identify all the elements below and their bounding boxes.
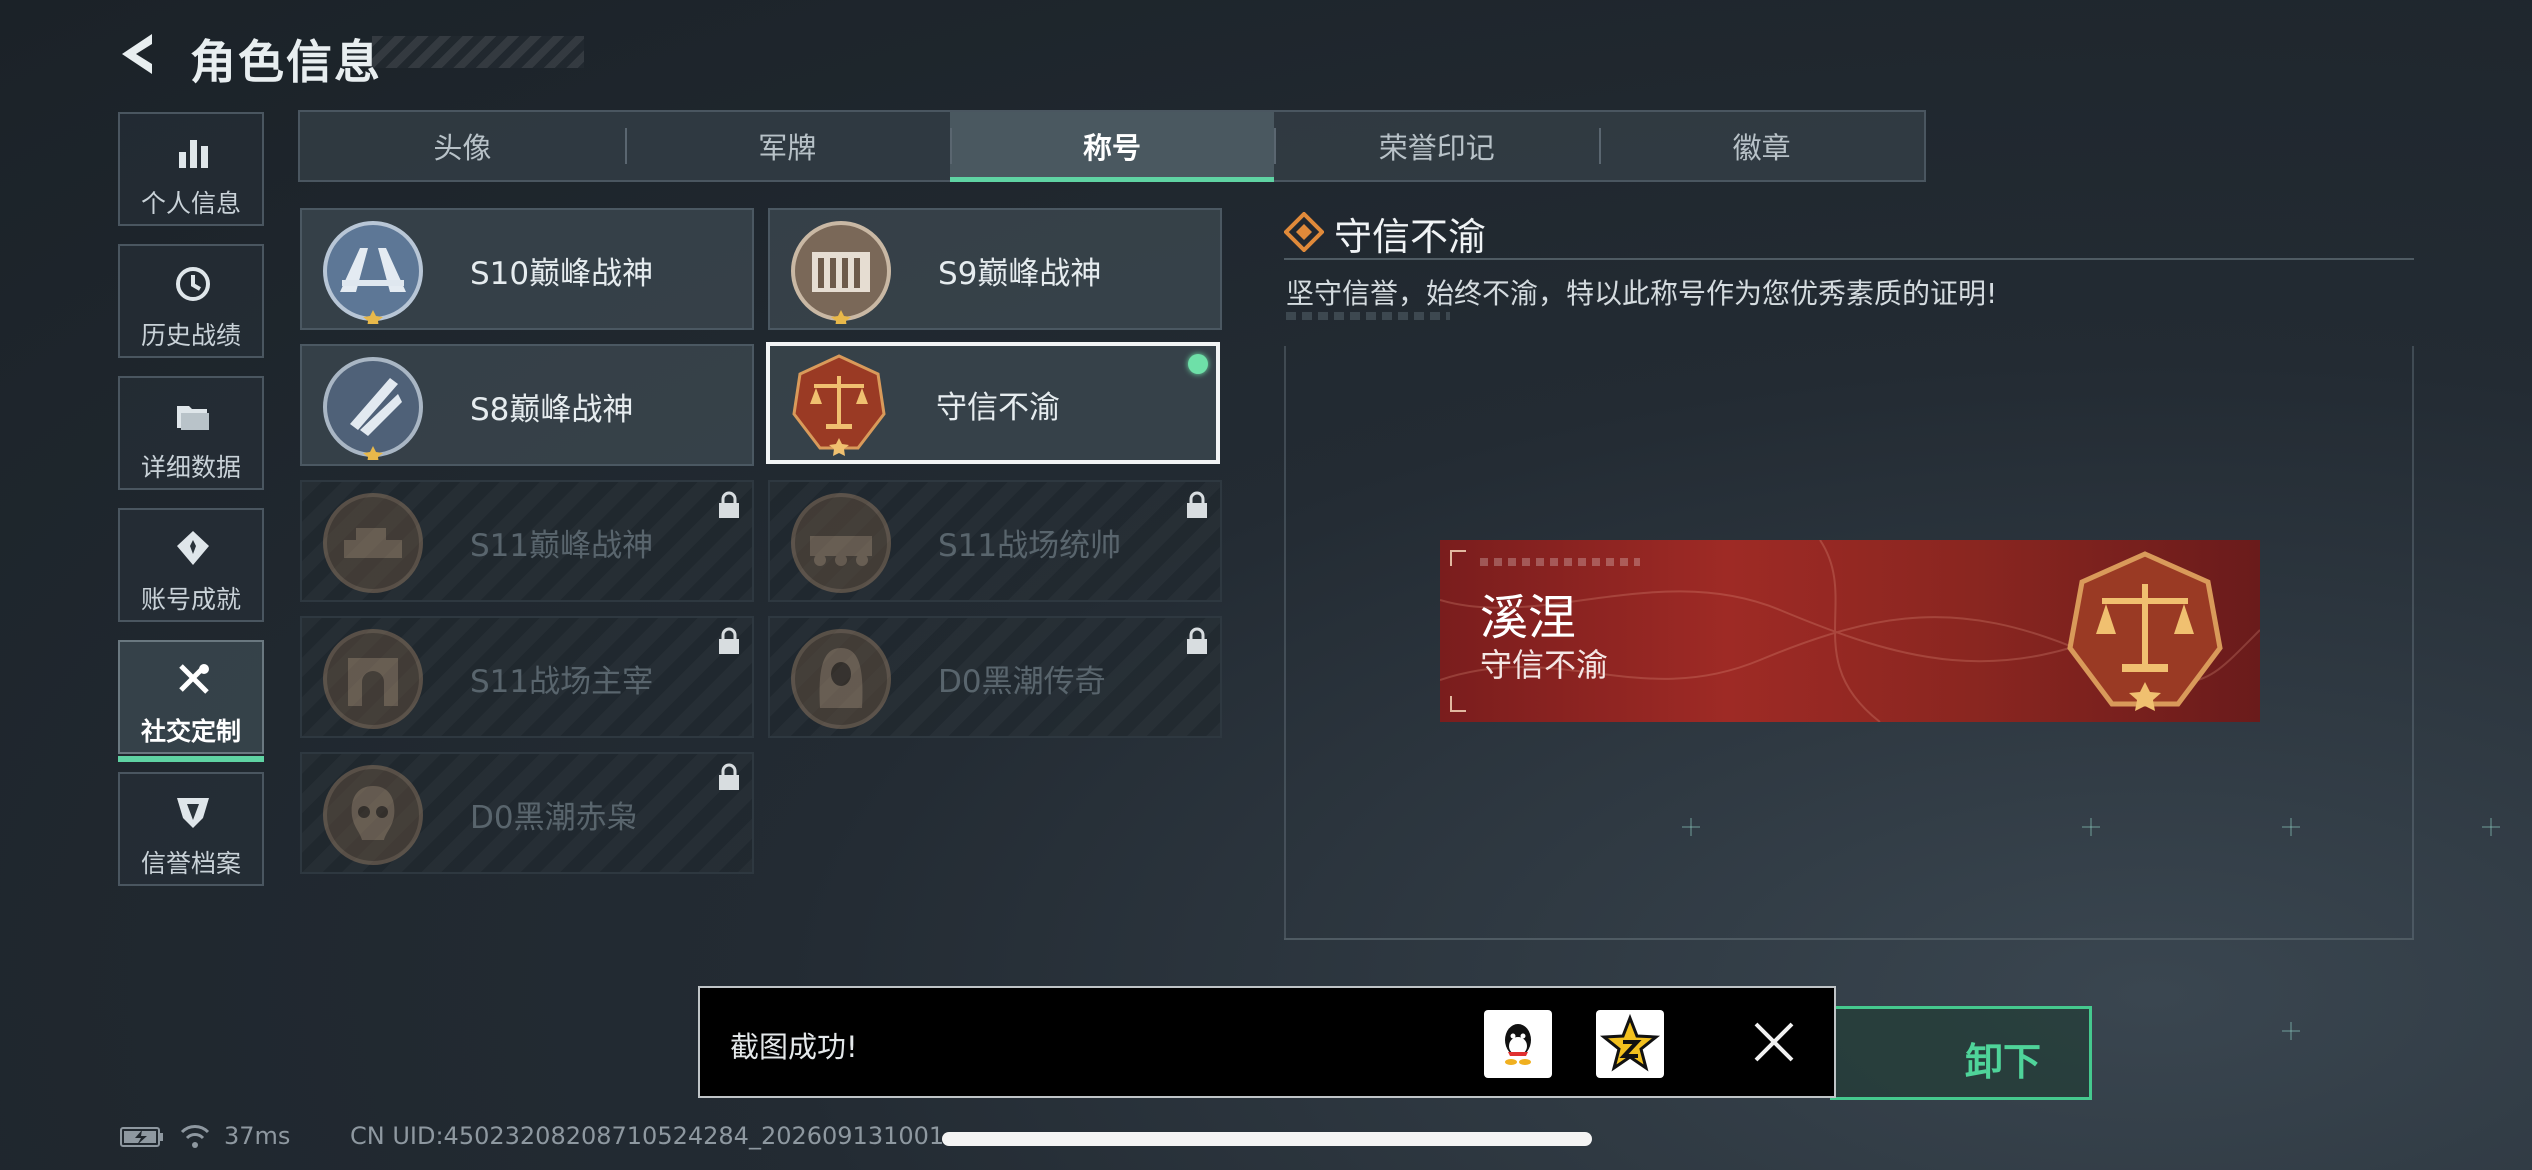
- title-card[interactable]: S9巅峰战神: [768, 208, 1222, 330]
- screenshot-toast: 截图成功!: [698, 986, 1836, 1098]
- vehicle-emblem-icon: [791, 493, 891, 593]
- shield-icon: [177, 798, 209, 828]
- tank-emblem-icon: [323, 493, 423, 593]
- nav-item-label: 个人信息: [140, 189, 241, 218]
- title-name: S11巅峰战神: [470, 528, 654, 564]
- nav-item-detailed-data[interactable]: 详细数据: [118, 376, 264, 490]
- share-qzone-button[interactable]: [1596, 1010, 1664, 1078]
- title-card-locked[interactable]: D0黑潮传奇: [768, 616, 1222, 738]
- share-qq-button[interactable]: [1484, 1010, 1552, 1078]
- title-card-locked[interactable]: S11战场统帅: [768, 480, 1222, 602]
- back-arrow-icon[interactable]: [112, 28, 164, 80]
- title-name: D0黑潮赤枭: [470, 800, 638, 836]
- banner-title: 守信不渝: [1480, 646, 1609, 684]
- title-card-selected[interactable]: 守信不渝: [766, 342, 1220, 464]
- page-title: 角色信息: [190, 35, 382, 89]
- title-card[interactable]: S10巅峰战神: [300, 208, 754, 330]
- achievement-icon: [177, 531, 209, 565]
- detail-description: 坚守信誉，始终不渝，特以此称号作为您优秀素质的证明!: [1286, 277, 1998, 310]
- diamond-title-icon: [1284, 212, 1324, 252]
- title-card[interactable]: S8巅峰战神: [300, 344, 754, 466]
- title-name: 守信不渝: [936, 390, 1060, 426]
- title-decoration: [372, 36, 584, 68]
- nav-item-reputation[interactable]: 信誉档案: [118, 772, 264, 886]
- title-name: S11战场统帅: [938, 528, 1122, 564]
- scales-emblem-icon: [792, 354, 886, 456]
- nav-item-personal-info[interactable]: 个人信息: [118, 112, 264, 226]
- lock-icon: [719, 763, 739, 790]
- title-name: S11战场主宰: [470, 664, 654, 700]
- divider: [1284, 938, 2414, 940]
- deco-cross: [2282, 1022, 2300, 1040]
- title-card-locked[interactable]: S11战场主宰: [300, 616, 754, 738]
- history-clock-icon: [176, 267, 210, 301]
- corner-bracket: [1450, 550, 1466, 566]
- equipped-indicator: [1188, 354, 1208, 374]
- building-emblem-icon: [791, 221, 891, 324]
- skull-emblem-icon: [323, 765, 423, 865]
- lock-icon: [1187, 491, 1207, 518]
- unequip-button[interactable]: 卸下: [1830, 1006, 2092, 1100]
- divider: [1284, 258, 2414, 260]
- ping-value: 37ms: [224, 1122, 291, 1150]
- battery-icon: [120, 1127, 163, 1147]
- tab-title[interactable]: 称号: [949, 112, 1275, 182]
- tab-avatar[interactable]: 头像: [300, 112, 625, 180]
- bridge-emblem-icon: [323, 221, 423, 324]
- tools-icon: [179, 664, 209, 694]
- banner-decoration: [1480, 558, 1640, 566]
- nav-item-achievements[interactable]: 账号成就: [118, 508, 264, 622]
- qq-icon: [1505, 1024, 1531, 1065]
- title-card-locked[interactable]: S11巅峰战神: [300, 480, 754, 602]
- arch-emblem-icon: [323, 629, 423, 729]
- tab-honor-mark[interactable]: 荣誉印记: [1274, 112, 1599, 180]
- unequip-button-label: 卸下: [1964, 1040, 2041, 1084]
- title-card-locked[interactable]: D0黑潮赤枭: [300, 752, 754, 874]
- hooded-figure-emblem-icon: [791, 629, 891, 729]
- title-name: S9巅峰战神: [938, 256, 1102, 292]
- nav-item-label: 历史战绩: [140, 321, 241, 350]
- bar-chart-icon: [179, 140, 208, 168]
- close-icon[interactable]: [1750, 1018, 1798, 1066]
- banner-player-name: 溪涅: [1480, 590, 1577, 646]
- corner-bracket: [1450, 696, 1466, 712]
- title-banner-preview: 溪涅 守信不渝: [1440, 540, 2260, 722]
- folder-icon: [177, 406, 209, 430]
- nav-item-social-custom[interactable]: 社交定制: [118, 640, 264, 762]
- home-indicator[interactable]: [942, 1132, 1592, 1146]
- scales-emblem-icon: [2067, 551, 2223, 711]
- user-uid: CN UID:4502320820871052428​4_20260913100…: [350, 1122, 945, 1150]
- toast-message: 截图成功!: [730, 1030, 858, 1064]
- nav-item-match-history[interactable]: 历史战绩: [118, 244, 264, 358]
- title-name: S10巅峰战神: [470, 256, 654, 292]
- rocket-emblem-icon: [323, 357, 423, 460]
- detail-title: 守信不渝: [1334, 215, 1487, 259]
- category-tabs: 头像 军牌 称号 荣誉印记 徽章: [298, 110, 1926, 182]
- tab-dog-tag[interactable]: 军牌: [624, 112, 950, 180]
- title-name: D0黑潮传奇: [938, 664, 1106, 700]
- title-name: S8巅峰战神: [470, 392, 634, 428]
- detail-subtext-decoration: [1286, 312, 1450, 320]
- tab-badge[interactable]: 徽章: [1599, 112, 1924, 180]
- lock-icon: [1187, 627, 1207, 654]
- deco-cross: [2482, 818, 2500, 836]
- lock-icon: [719, 491, 739, 518]
- nav-item-label: 账号成就: [140, 585, 241, 614]
- nav-item-label: 社交定制: [140, 717, 241, 746]
- qzone-star-icon: [1599, 1013, 1661, 1072]
- nav-item-label: 详细数据: [140, 453, 241, 482]
- wifi-icon: [180, 1125, 210, 1148]
- nav-item-label: 信誉档案: [140, 849, 241, 878]
- lock-icon: [719, 627, 739, 654]
